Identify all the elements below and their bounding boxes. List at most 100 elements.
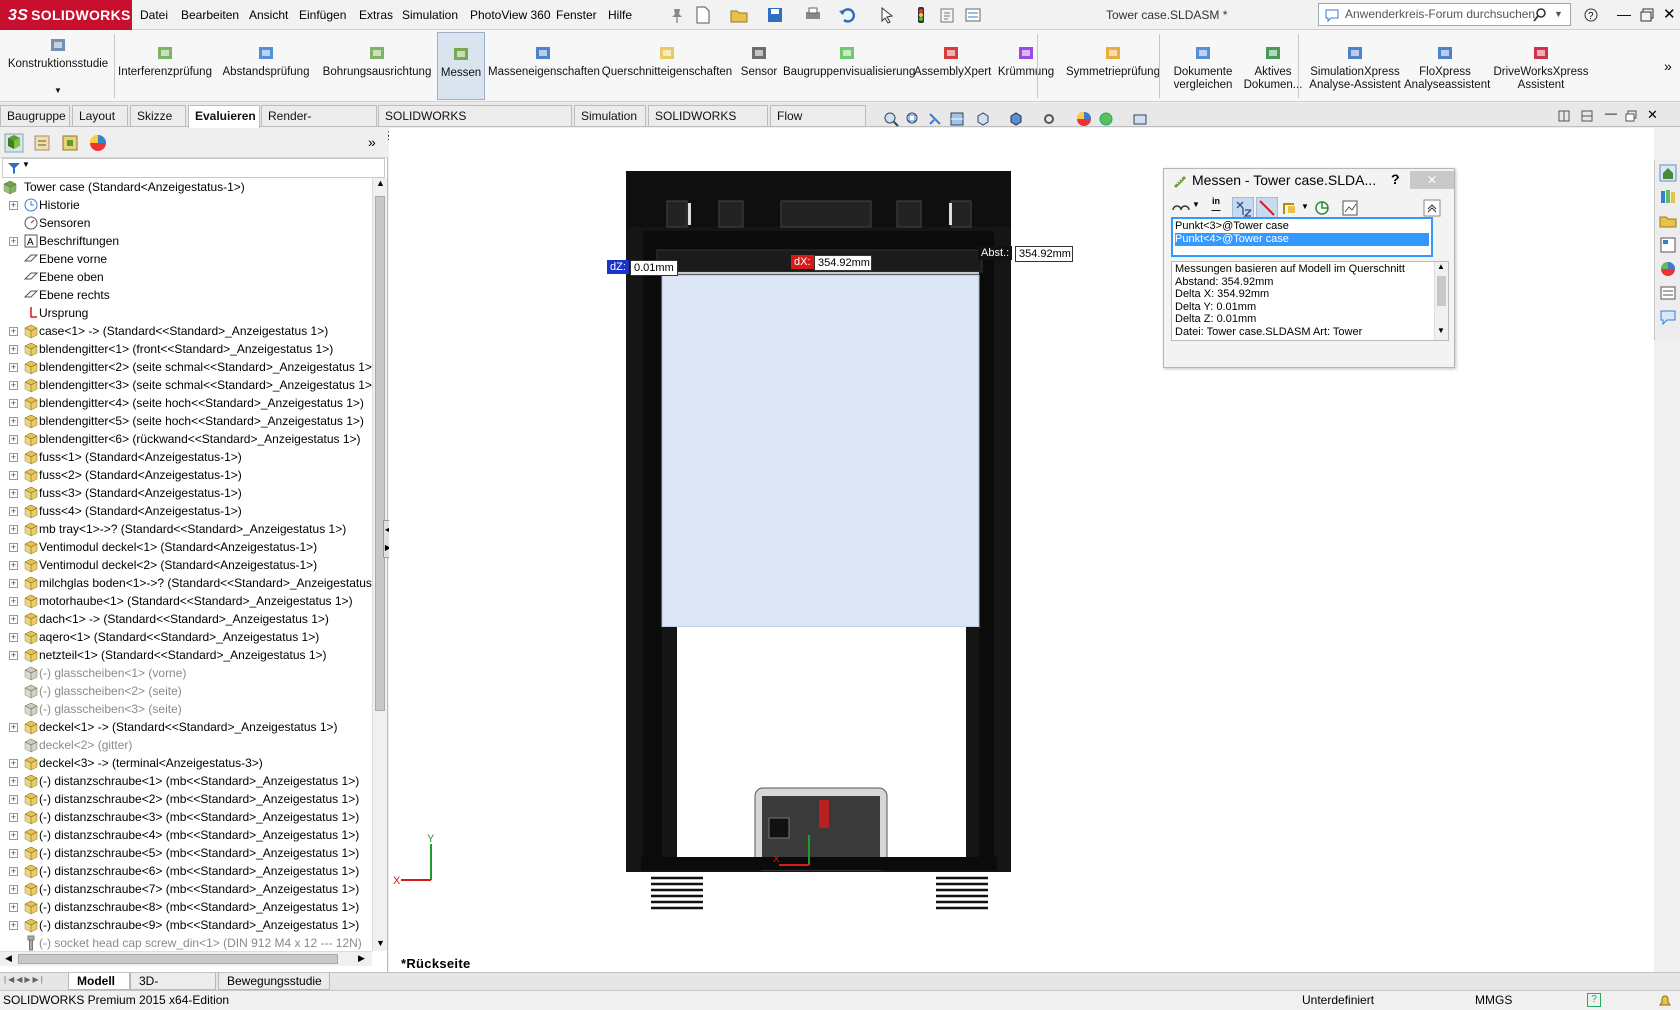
expand-toggle-icon[interactable]: + [9, 327, 18, 336]
expand-toggle-icon[interactable]: + [9, 363, 18, 372]
expand-toggle-icon[interactable]: + [9, 579, 18, 588]
design-library-icon[interactable] [1659, 188, 1677, 206]
results-scroll-up-icon[interactable]: ▲ [1437, 262, 1445, 271]
search-input[interactable]: Anwenderkreis-Forum durchsuchen ▼ [1318, 3, 1571, 26]
menu-einfügen[interactable]: Einfügen [299, 0, 346, 30]
save-icon[interactable] [766, 6, 784, 24]
expand-toggle-icon[interactable]: + [9, 435, 18, 444]
ribbon-design-study-button[interactable]: Konstruktionsstudie ▼ [2, 32, 114, 100]
file-explorer-icon[interactable] [1659, 212, 1677, 230]
menu-photoview-360[interactable]: PhotoView 360 [470, 0, 551, 30]
zoom-to-fit-icon[interactable] [883, 111, 899, 127]
coordinate-dropdown[interactable]: ▼ [1301, 202, 1309, 211]
close-app-icon[interactable]: ✕ [1663, 5, 1676, 23]
expand-toggle-icon[interactable]: + [9, 777, 18, 786]
scroll-left-icon[interactable]: ◀ [5, 953, 12, 964]
ribbon-check-active-button[interactable]: Aktives Dokumen... [1242, 32, 1304, 100]
ribbon-measure-button[interactable]: Messen [437, 32, 485, 100]
coordinate-system-icon[interactable] [1282, 200, 1298, 216]
ribbon-clearance-button[interactable]: Abstandsprüfung [217, 32, 315, 100]
notification-icon[interactable] [1657, 993, 1673, 1009]
custom-properties-icon[interactable] [1659, 284, 1677, 302]
foot-left[interactable] [647, 874, 707, 910]
tab-baugruppe[interactable]: Baugruppe [0, 105, 70, 126]
filter-dropdown-icon[interactable]: ▼ [22, 160, 30, 169]
tile-left-icon[interactable] [1558, 110, 1570, 122]
expand-toggle-icon[interactable]: + [9, 759, 18, 768]
view-orientation-icon[interactable] [975, 111, 991, 127]
arc-circle-measure-icon[interactable] [1172, 200, 1190, 216]
help-icon[interactable]: ? [1583, 7, 1599, 23]
expand-toggle-icon[interactable]: + [9, 453, 18, 462]
expand-toggle-icon[interactable]: + [9, 885, 18, 894]
new-document-icon[interactable] [694, 6, 712, 24]
expand-toggle-icon[interactable]: + [9, 237, 18, 246]
ribbon-overflow-icon[interactable]: » [1664, 58, 1672, 74]
expand-toggle-icon[interactable]: + [9, 903, 18, 912]
expand-toggle-icon[interactable]: + [9, 345, 18, 354]
undo-icon[interactable] [838, 6, 856, 24]
menu-ansicht[interactable]: Ansicht [249, 0, 288, 30]
menu-datei[interactable]: Datei [140, 0, 168, 30]
ribbon-sensor-button[interactable]: Sensor [737, 32, 781, 100]
ribbon-assembly-visualization-button[interactable]: Baugruppenvisualisierung [783, 32, 915, 100]
expand-toggle-icon[interactable]: + [9, 813, 18, 822]
xyz-measure-icon[interactable] [1232, 197, 1254, 219]
design-study-dropdown[interactable]: ▼ [54, 84, 62, 97]
tab-solidworks-mbd[interactable]: SOLIDWORKS MBD [648, 105, 768, 143]
tab-render-werkzeuge[interactable]: Render-Werkzeuge [261, 105, 377, 143]
expand-toggle-icon[interactable]: + [9, 615, 18, 624]
open-icon[interactable] [730, 6, 748, 24]
model-tab-3d-ansichten[interactable]: 3D-Ansichten [130, 973, 216, 1004]
menu-hilfe[interactable]: Hilfe [608, 0, 632, 30]
tree-horizontal-scrollbar[interactable]: ◀ ▶ [0, 951, 372, 966]
units-precision-button[interactable]: in—mm [1206, 197, 1226, 224]
expand-toggle-icon[interactable]: + [9, 849, 18, 858]
scroll-thumb[interactable] [375, 196, 385, 711]
results-scroll-down-icon[interactable]: ▼ [1437, 326, 1445, 335]
minimize-icon[interactable]: — [1617, 6, 1631, 22]
measure-help-button[interactable]: ? [1391, 171, 1400, 187]
expand-toggle-icon[interactable]: + [9, 633, 18, 642]
previous-view-icon[interactable] [927, 111, 943, 127]
expand-toggle-icon[interactable]: + [9, 381, 18, 390]
feature-manager-tab-icon[interactable] [4, 133, 24, 153]
expand-toggle-icon[interactable]: + [9, 921, 18, 930]
expand-toggle-icon[interactable]: + [9, 525, 18, 534]
property-manager-tab-icon[interactable] [32, 133, 52, 153]
model-tab-bewegungsstudie-1[interactable]: Bewegungsstudie 1 [218, 973, 330, 1004]
doc-close-icon[interactable]: ✕ [1647, 107, 1658, 123]
expand-toggle-icon[interactable]: + [9, 831, 18, 840]
edit-appearance-icon[interactable] [1076, 111, 1092, 127]
pin-icon[interactable] [668, 6, 686, 24]
select-icon[interactable] [878, 6, 896, 24]
display-style-icon[interactable] [1008, 111, 1024, 127]
tree-vertical-scrollbar[interactable]: ▲ ▼ [372, 178, 387, 951]
options-icon[interactable] [964, 6, 982, 24]
quick-tips-icon[interactable]: ? [1587, 993, 1601, 1007]
selection-item-selected[interactable]: Punkt<4>@Tower case [1175, 233, 1429, 246]
menu-simulation[interactable]: Simulation [402, 0, 458, 30]
scroll-down-icon[interactable]: ▼ [376, 938, 385, 948]
selection-list[interactable]: Punkt<3>@Tower case Punkt<4>@Tower case [1171, 217, 1433, 257]
hide-show-items-icon[interactable] [1041, 111, 1057, 127]
expand-toggle-icon[interactable]: + [9, 795, 18, 804]
measure-dialog[interactable]: Messen - Tower case.SLDA... ? ✕ ▼ in—mm … [1163, 168, 1455, 368]
restore-icon[interactable] [1640, 8, 1654, 22]
hscroll-thumb[interactable] [18, 954, 338, 964]
results-scroll-thumb[interactable] [1437, 276, 1446, 306]
ribbon-curvature-button[interactable]: Krümmung [994, 32, 1058, 100]
expand-toggle-icon[interactable]: + [9, 597, 18, 606]
print-icon[interactable] [804, 6, 822, 24]
tab-scroll-arrows[interactable]: |◀◀▶▶| [4, 975, 45, 984]
appearances-icon[interactable] [1659, 260, 1677, 278]
display-manager-tab-icon[interactable] [88, 133, 108, 153]
scroll-up-icon[interactable]: ▲ [376, 178, 385, 188]
menu-fenster[interactable]: Fenster [556, 0, 597, 30]
expand-panel-icon[interactable]: » [368, 134, 376, 150]
view-triad[interactable]: Y X [393, 833, 435, 887]
ribbon-driveworks-button[interactable]: DriveWorksXpress Assistent [1490, 32, 1592, 100]
collapse-dialog-icon[interactable] [1423, 199, 1441, 217]
doc-restore-icon[interactable] [1625, 110, 1637, 122]
section-view-icon[interactable] [949, 111, 965, 127]
